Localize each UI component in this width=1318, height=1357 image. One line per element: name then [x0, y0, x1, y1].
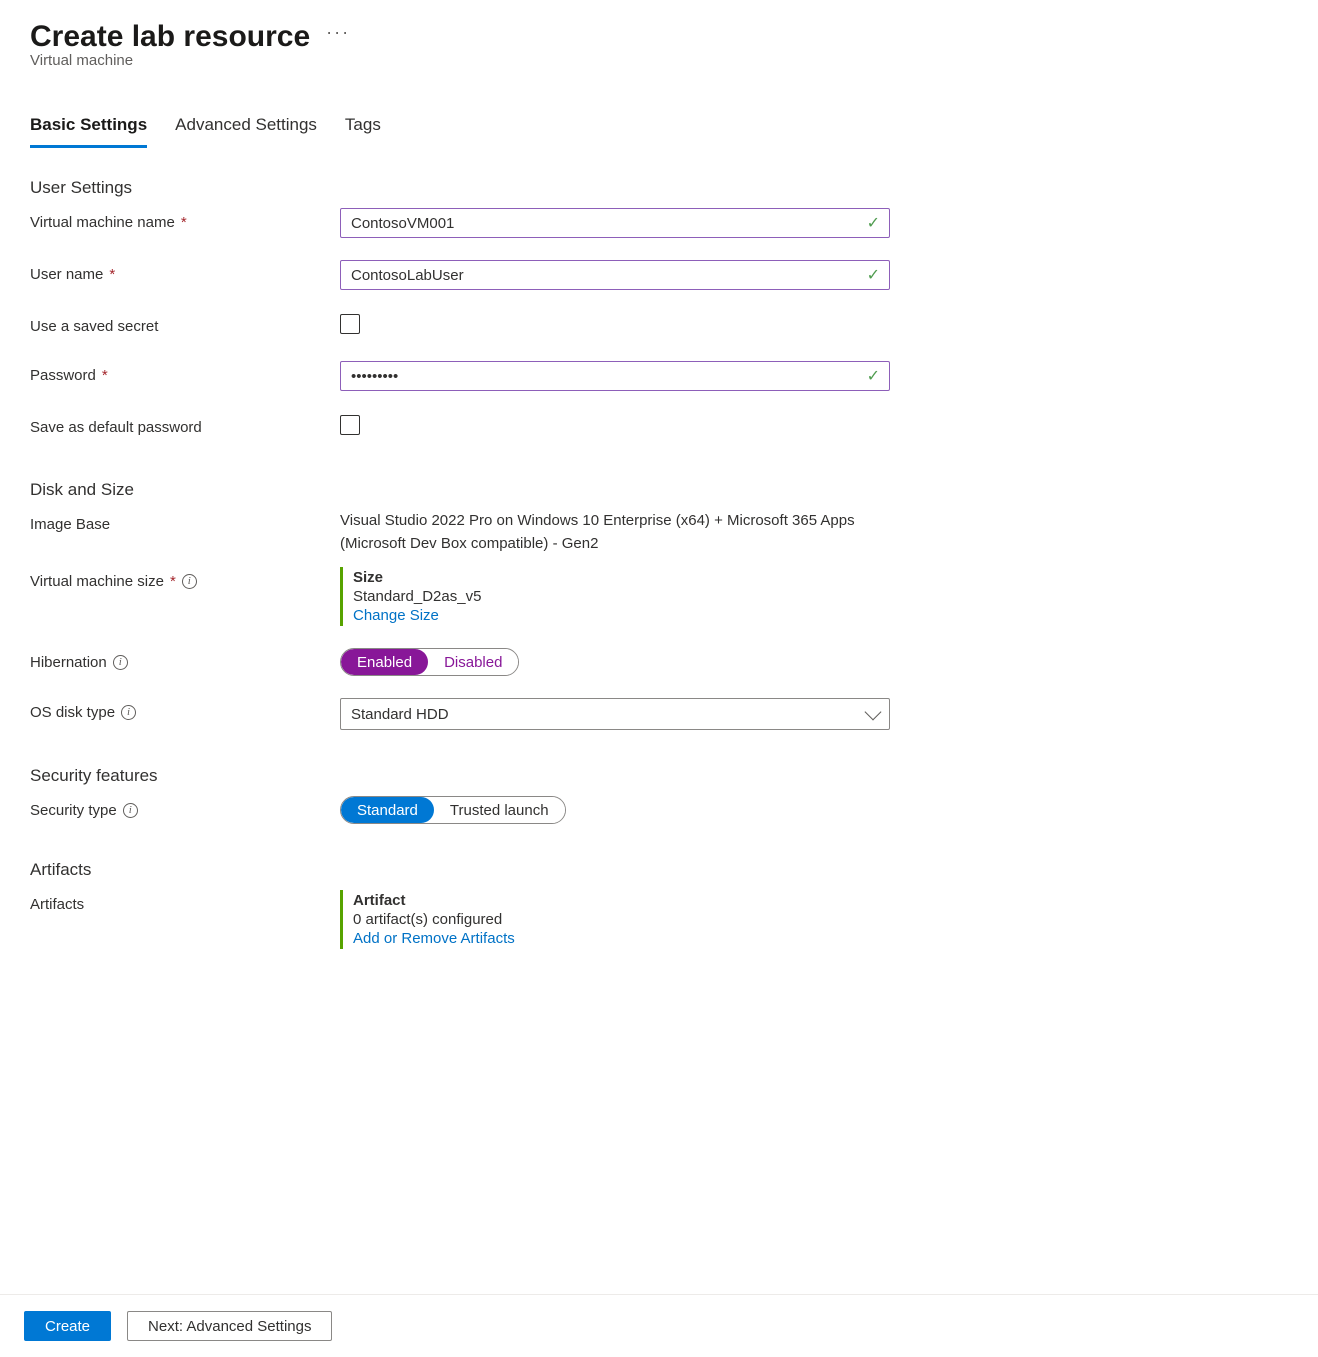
chevron-down-icon — [865, 704, 882, 721]
label-security-type-text: Security type — [30, 802, 117, 819]
label-use-saved-secret: Use a saved secret — [30, 312, 340, 335]
artifact-card: Artifact 0 artifact(s) configured Add or… — [340, 890, 890, 949]
hibernation-disabled-option[interactable]: Disabled — [428, 649, 518, 675]
info-icon[interactable]: i — [113, 655, 128, 670]
more-icon[interactable]: ··· — [326, 22, 350, 43]
tabs: Basic Settings Advanced Settings Tags — [30, 109, 890, 148]
artifact-card-title: Artifact — [353, 892, 890, 909]
info-icon[interactable]: i — [121, 705, 136, 720]
hibernation-toggle: Enabled Disabled — [340, 648, 519, 676]
user-name-input[interactable] — [340, 260, 890, 290]
label-password-text: Password — [30, 367, 96, 384]
label-vm-size: Virtual machine size * i — [30, 567, 340, 590]
create-button[interactable]: Create — [24, 1311, 111, 1341]
password-input[interactable] — [340, 361, 890, 391]
security-type-toggle: Standard Trusted launch — [340, 796, 566, 824]
label-user-name: User name * — [30, 260, 340, 283]
vm-name-input[interactable] — [340, 208, 890, 238]
required-icon: * — [109, 266, 115, 283]
label-os-disk-type: OS disk type i — [30, 698, 340, 721]
page-subtitle: Virtual machine — [30, 52, 890, 69]
section-artifacts: Artifacts — [30, 860, 890, 880]
info-icon[interactable]: i — [123, 803, 138, 818]
label-image-base: Image Base — [30, 510, 340, 533]
tab-tags[interactable]: Tags — [345, 109, 381, 148]
save-default-password-checkbox[interactable] — [340, 415, 360, 435]
required-icon: * — [181, 214, 187, 231]
image-base-value: Visual Studio 2022 Pro on Windows 10 Ent… — [340, 510, 890, 555]
footer: Create Next: Advanced Settings — [0, 1294, 1318, 1357]
info-icon[interactable]: i — [182, 574, 197, 589]
label-save-default-password: Save as default password — [30, 413, 340, 436]
section-disk-size: Disk and Size — [30, 480, 890, 500]
use-saved-secret-checkbox[interactable] — [340, 314, 360, 334]
tab-advanced-settings[interactable]: Advanced Settings — [175, 109, 317, 148]
label-user-name-text: User name — [30, 266, 103, 283]
page-title: Create lab resource — [30, 20, 310, 54]
required-icon: * — [102, 367, 108, 384]
change-size-link[interactable]: Change Size — [353, 607, 890, 624]
label-password: Password * — [30, 361, 340, 384]
label-hibernation-text: Hibernation — [30, 654, 107, 671]
label-security-type: Security type i — [30, 796, 340, 819]
label-vm-name-text: Virtual machine name — [30, 214, 175, 231]
tab-basic-settings[interactable]: Basic Settings — [30, 109, 147, 148]
size-card-value: Standard_D2as_v5 — [353, 588, 890, 605]
label-os-disk-type-text: OS disk type — [30, 704, 115, 721]
security-standard-option[interactable]: Standard — [341, 797, 434, 823]
label-artifacts: Artifacts — [30, 890, 340, 913]
add-remove-artifacts-link[interactable]: Add or Remove Artifacts — [353, 930, 890, 947]
required-icon: * — [170, 573, 176, 590]
label-vm-name: Virtual machine name * — [30, 208, 340, 231]
label-hibernation: Hibernation i — [30, 648, 340, 671]
hibernation-enabled-option[interactable]: Enabled — [341, 649, 428, 675]
size-card: Size Standard_D2as_v5 Change Size — [340, 567, 890, 626]
os-disk-type-select[interactable]: Standard HDD — [340, 698, 890, 730]
section-user-settings: User Settings — [30, 178, 890, 198]
next-advanced-settings-button[interactable]: Next: Advanced Settings — [127, 1311, 332, 1341]
section-security: Security features — [30, 766, 890, 786]
os-disk-type-value: Standard HDD — [351, 706, 449, 723]
size-card-title: Size — [353, 569, 890, 586]
security-trusted-launch-option[interactable]: Trusted launch — [434, 797, 565, 823]
label-vm-size-text: Virtual machine size — [30, 573, 164, 590]
artifact-card-value: 0 artifact(s) configured — [353, 911, 890, 928]
